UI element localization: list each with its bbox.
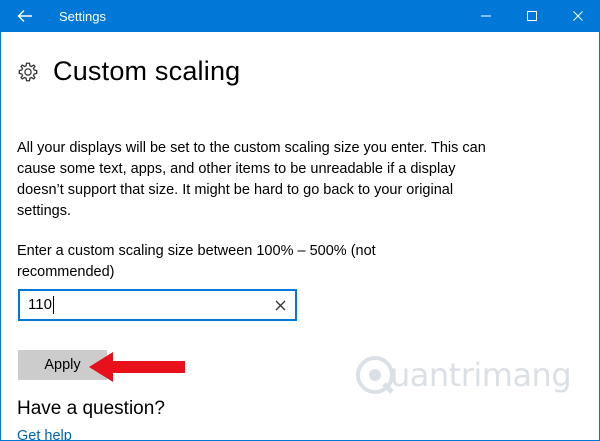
watermark: uantrimang xyxy=(354,354,572,396)
close-button[interactable] xyxy=(555,0,599,32)
clear-input-button[interactable] xyxy=(265,291,295,319)
back-button[interactable] xyxy=(1,0,49,32)
page-title: Custom scaling xyxy=(53,56,241,86)
back-arrow-icon xyxy=(17,10,32,22)
input-value[interactable]: 110 xyxy=(28,296,52,313)
red-arrow-icon xyxy=(89,352,185,382)
minimize-button[interactable] xyxy=(463,0,509,32)
help-heading: Have a question? xyxy=(17,398,165,419)
window-title: Settings xyxy=(59,8,106,24)
scaling-prompt-label: Enter a custom scaling size between 100%… xyxy=(17,243,376,280)
input-value-wrapper[interactable]: 110 xyxy=(20,296,265,315)
maximize-button[interactable] xyxy=(509,0,555,32)
text-caret xyxy=(52,296,54,315)
settings-window: Settings Custom scaling All your display… xyxy=(0,0,600,441)
custom-scaling-input[interactable]: 110 xyxy=(18,289,297,321)
maximize-icon xyxy=(527,11,537,21)
watermark-text: uantrimang xyxy=(390,356,572,394)
title-bar: Settings xyxy=(1,0,599,32)
minimize-icon xyxy=(481,15,491,17)
settings-content: Custom scaling All your displays will be… xyxy=(1,32,599,440)
clear-x-icon xyxy=(275,300,285,310)
close-icon xyxy=(573,11,583,21)
gear-icon xyxy=(18,62,38,81)
get-help-link[interactable]: Get help xyxy=(17,428,72,440)
page-header: Custom scaling xyxy=(17,56,240,87)
apply-button-label: Apply xyxy=(44,357,81,373)
description-text: All your displays will be set to the cus… xyxy=(17,140,486,219)
